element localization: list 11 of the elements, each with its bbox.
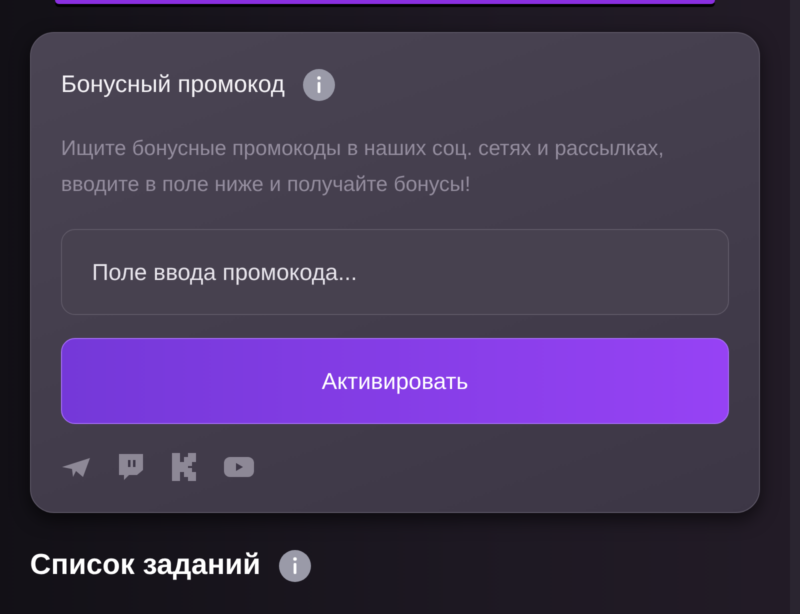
info-icon[interactable]: [278, 550, 311, 582]
promo-title: Бонусный промокод: [61, 71, 285, 99]
activate-button[interactable]: Активировать: [61, 338, 729, 424]
info-icon[interactable]: [302, 69, 335, 101]
k-logo-icon[interactable]: [171, 452, 197, 482]
play-icon[interactable]: [223, 455, 255, 479]
promo-code-field[interactable]: Поле ввода промокода...: [61, 229, 729, 315]
promo-description: Ищите бонусные промокоды в наших соц. сетях и рассылках, вводите в поле ниже и получайте бонусы!: [61, 136, 665, 198]
paper-plane-icon[interactable]: [61, 455, 91, 479]
twitch-icon[interactable]: [117, 452, 145, 482]
section-title: Список заданий: [30, 549, 261, 582]
